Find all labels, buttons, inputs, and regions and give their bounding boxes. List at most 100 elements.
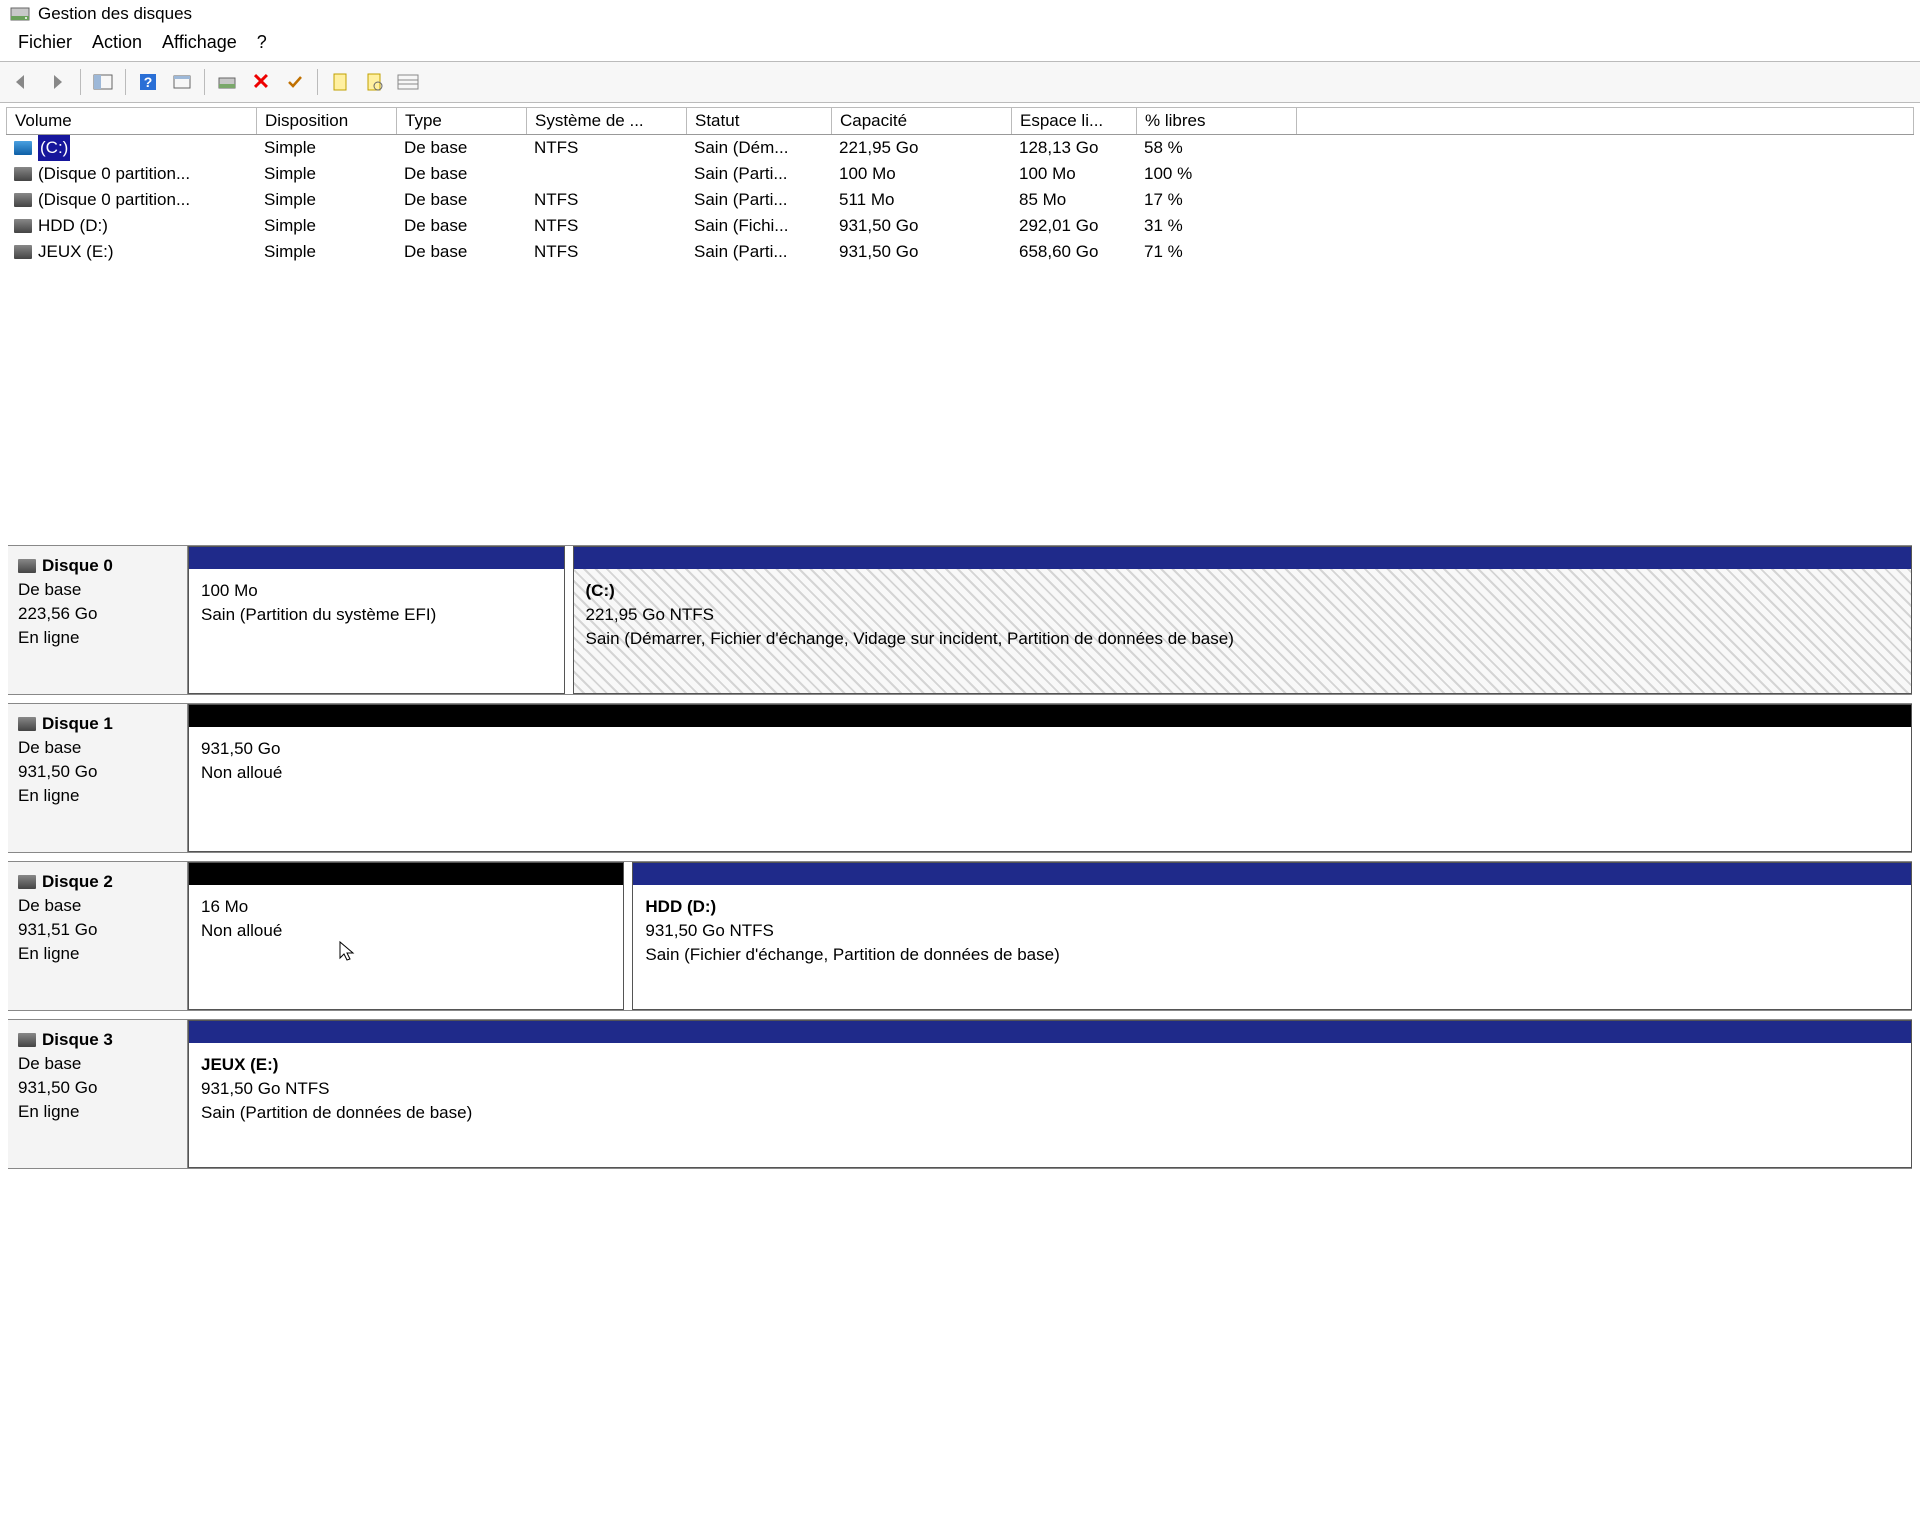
toolbar-separator bbox=[317, 69, 318, 95]
menu-file[interactable]: Fichier bbox=[18, 32, 72, 53]
col-filesystem[interactable]: Système de ... bbox=[526, 107, 686, 134]
app-icon bbox=[10, 4, 30, 24]
disk-label[interactable]: Disque 1De base931,50 GoEn ligne bbox=[8, 704, 188, 852]
disk-size: 931,51 Go bbox=[18, 918, 177, 942]
disk-row: Disque 2De base931,51 GoEn ligne16 MoNon… bbox=[8, 861, 1912, 1011]
volume-cell-disp: Simple bbox=[256, 135, 396, 161]
toolbar-separator bbox=[204, 69, 205, 95]
volume-cell-disp: Simple bbox=[256, 187, 396, 213]
volume-cell-free: 85 Mo bbox=[1011, 187, 1136, 213]
volume-cell-type: De base bbox=[396, 213, 526, 239]
volume-cell-disp: Simple bbox=[256, 161, 396, 187]
disk-label[interactable]: Disque 0De base223,56 GoEn ligne bbox=[8, 546, 188, 694]
volume-row[interactable]: (Disque 0 partition...SimpleDe baseSain … bbox=[6, 161, 1914, 187]
disk-type: De base bbox=[18, 736, 177, 760]
partition-title: (C:) bbox=[586, 579, 1900, 603]
partition[interactable]: HDD (D:)931,50 Go NTFSSain (Fichier d'éc… bbox=[632, 862, 1912, 1010]
disk-state: En ligne bbox=[18, 784, 177, 808]
volume-cell-type: De base bbox=[396, 161, 526, 187]
volume-cell-free: 100 Mo bbox=[1011, 161, 1136, 187]
volume-cell-free: 658,60 Go bbox=[1011, 239, 1136, 265]
back-button[interactable] bbox=[10, 68, 38, 96]
partition[interactable]: 100 MoSain (Partition du système EFI) bbox=[188, 546, 565, 694]
disk-row: Disque 3De base931,50 GoEn ligneJEUX (E:… bbox=[8, 1019, 1912, 1169]
list-button[interactable] bbox=[394, 68, 422, 96]
partition-status: Sain (Démarrer, Fichier d'échange, Vidag… bbox=[586, 627, 1900, 651]
col-type[interactable]: Type bbox=[396, 107, 526, 134]
partition[interactable]: 931,50 GoNon alloué bbox=[188, 704, 1912, 852]
show-hide-button[interactable] bbox=[89, 68, 117, 96]
col-pct-free[interactable]: % libres bbox=[1136, 107, 1296, 134]
settings-button[interactable] bbox=[168, 68, 196, 96]
disk-icon bbox=[18, 1033, 36, 1047]
volume-name: (Disque 0 partition... bbox=[38, 187, 190, 213]
partition-size: 931,50 Go NTFS bbox=[201, 1077, 1899, 1101]
disk-label[interactable]: Disque 3De base931,50 GoEn ligne bbox=[8, 1020, 188, 1168]
disk-icon bbox=[18, 717, 36, 731]
toolbar: ? ✕ bbox=[0, 61, 1920, 103]
disk-partitions: JEUX (E:)931,50 Go NTFSSain (Partition d… bbox=[188, 1020, 1912, 1168]
col-free[interactable]: Espace li... bbox=[1011, 107, 1136, 134]
volume-row[interactable]: JEUX (E:)SimpleDe baseNTFSSain (Parti...… bbox=[6, 239, 1914, 265]
volume-cell-pct: 17 % bbox=[1136, 187, 1296, 213]
volume-name: HDD (D:) bbox=[38, 213, 108, 239]
partition-bar bbox=[189, 1021, 1911, 1043]
menu-action[interactable]: Action bbox=[92, 32, 142, 53]
forward-button[interactable] bbox=[44, 68, 72, 96]
volume-cell-free: 128,13 Go bbox=[1011, 135, 1136, 161]
volume-cell-free: 292,01 Go bbox=[1011, 213, 1136, 239]
volume-cell-cap: 221,95 Go bbox=[831, 135, 1011, 161]
volume-cell-fs: NTFS bbox=[526, 213, 686, 239]
volume-cell-fs: NTFS bbox=[526, 135, 686, 161]
partition-size: 221,95 Go NTFS bbox=[586, 603, 1900, 627]
volume-list-header: Volume Disposition Type Système de ... S… bbox=[6, 107, 1914, 135]
col-disposition[interactable]: Disposition bbox=[256, 107, 396, 134]
volume-row[interactable]: HDD (D:)SimpleDe baseNTFSSain (Fichi...9… bbox=[6, 213, 1914, 239]
partition-body: (C:)221,95 Go NTFSSain (Démarrer, Fichie… bbox=[574, 569, 1912, 693]
volume-cell-cap: 511 Mo bbox=[831, 187, 1011, 213]
volume-cell-pct: 58 % bbox=[1136, 135, 1296, 161]
volume-row[interactable]: (C:)SimpleDe baseNTFSSain (Dém...221,95 … bbox=[6, 135, 1914, 161]
col-capacity[interactable]: Capacité bbox=[831, 107, 1011, 134]
partition-title: HDD (D:) bbox=[645, 895, 1899, 919]
volume-row[interactable]: (Disque 0 partition...SimpleDe baseNTFSS… bbox=[6, 187, 1914, 213]
partition-size: 16 Mo bbox=[201, 895, 611, 919]
disk-label[interactable]: Disque 2De base931,51 GoEn ligne bbox=[8, 862, 188, 1010]
disk-row: Disque 0De base223,56 GoEn ligne100 MoSa… bbox=[8, 545, 1912, 695]
disk-type: De base bbox=[18, 894, 177, 918]
properties-button[interactable] bbox=[360, 68, 388, 96]
col-status[interactable]: Statut bbox=[686, 107, 831, 134]
volume-cell-cap: 931,50 Go bbox=[831, 213, 1011, 239]
disk-partitions: 16 MoNon allouéHDD (D:)931,50 Go NTFSSai… bbox=[188, 862, 1912, 1010]
partition[interactable]: 16 MoNon alloué bbox=[188, 862, 624, 1010]
volume-cell-cap: 931,50 Go bbox=[831, 239, 1011, 265]
partition-status: Sain (Fichier d'échange, Partition de do… bbox=[645, 943, 1899, 967]
volume-cell-pct: 71 % bbox=[1136, 239, 1296, 265]
new-button[interactable] bbox=[326, 68, 354, 96]
partition[interactable]: JEUX (E:)931,50 Go NTFSSain (Partition d… bbox=[188, 1020, 1912, 1168]
delete-button[interactable]: ✕ bbox=[247, 68, 275, 96]
apply-button[interactable] bbox=[281, 68, 309, 96]
volume-list[interactable]: (C:)SimpleDe baseNTFSSain (Dém...221,95 … bbox=[6, 135, 1914, 265]
partition-bar bbox=[189, 547, 564, 569]
partition-status: Non alloué bbox=[201, 761, 1899, 785]
volume-cell-type: De base bbox=[396, 135, 526, 161]
disk-row: Disque 1De base931,50 GoEn ligne931,50 G… bbox=[8, 703, 1912, 853]
partition-bar bbox=[574, 547, 1912, 569]
disk-size: 931,50 Go bbox=[18, 760, 177, 784]
volume-cell-disp: Simple bbox=[256, 239, 396, 265]
partition-body: 100 MoSain (Partition du système EFI) bbox=[189, 569, 564, 693]
disk-state: En ligne bbox=[18, 1100, 177, 1124]
partition[interactable]: (C:)221,95 Go NTFSSain (Démarrer, Fichie… bbox=[573, 546, 1913, 694]
menu-bar: Fichier Action Affichage ? bbox=[0, 26, 1920, 61]
disk-graphical-view: Disque 0De base223,56 GoEn ligne100 MoSa… bbox=[0, 545, 1920, 1169]
help-button[interactable]: ? bbox=[134, 68, 162, 96]
disk-partitions: 931,50 GoNon alloué bbox=[188, 704, 1912, 852]
rescan-button[interactable] bbox=[213, 68, 241, 96]
disk-name: Disque 3 bbox=[42, 1028, 113, 1052]
disk-icon bbox=[18, 875, 36, 889]
menu-view[interactable]: Affichage bbox=[162, 32, 237, 53]
menu-help[interactable]: ? bbox=[257, 32, 267, 53]
col-volume[interactable]: Volume bbox=[6, 107, 256, 134]
volume-cell-fs bbox=[526, 161, 686, 187]
